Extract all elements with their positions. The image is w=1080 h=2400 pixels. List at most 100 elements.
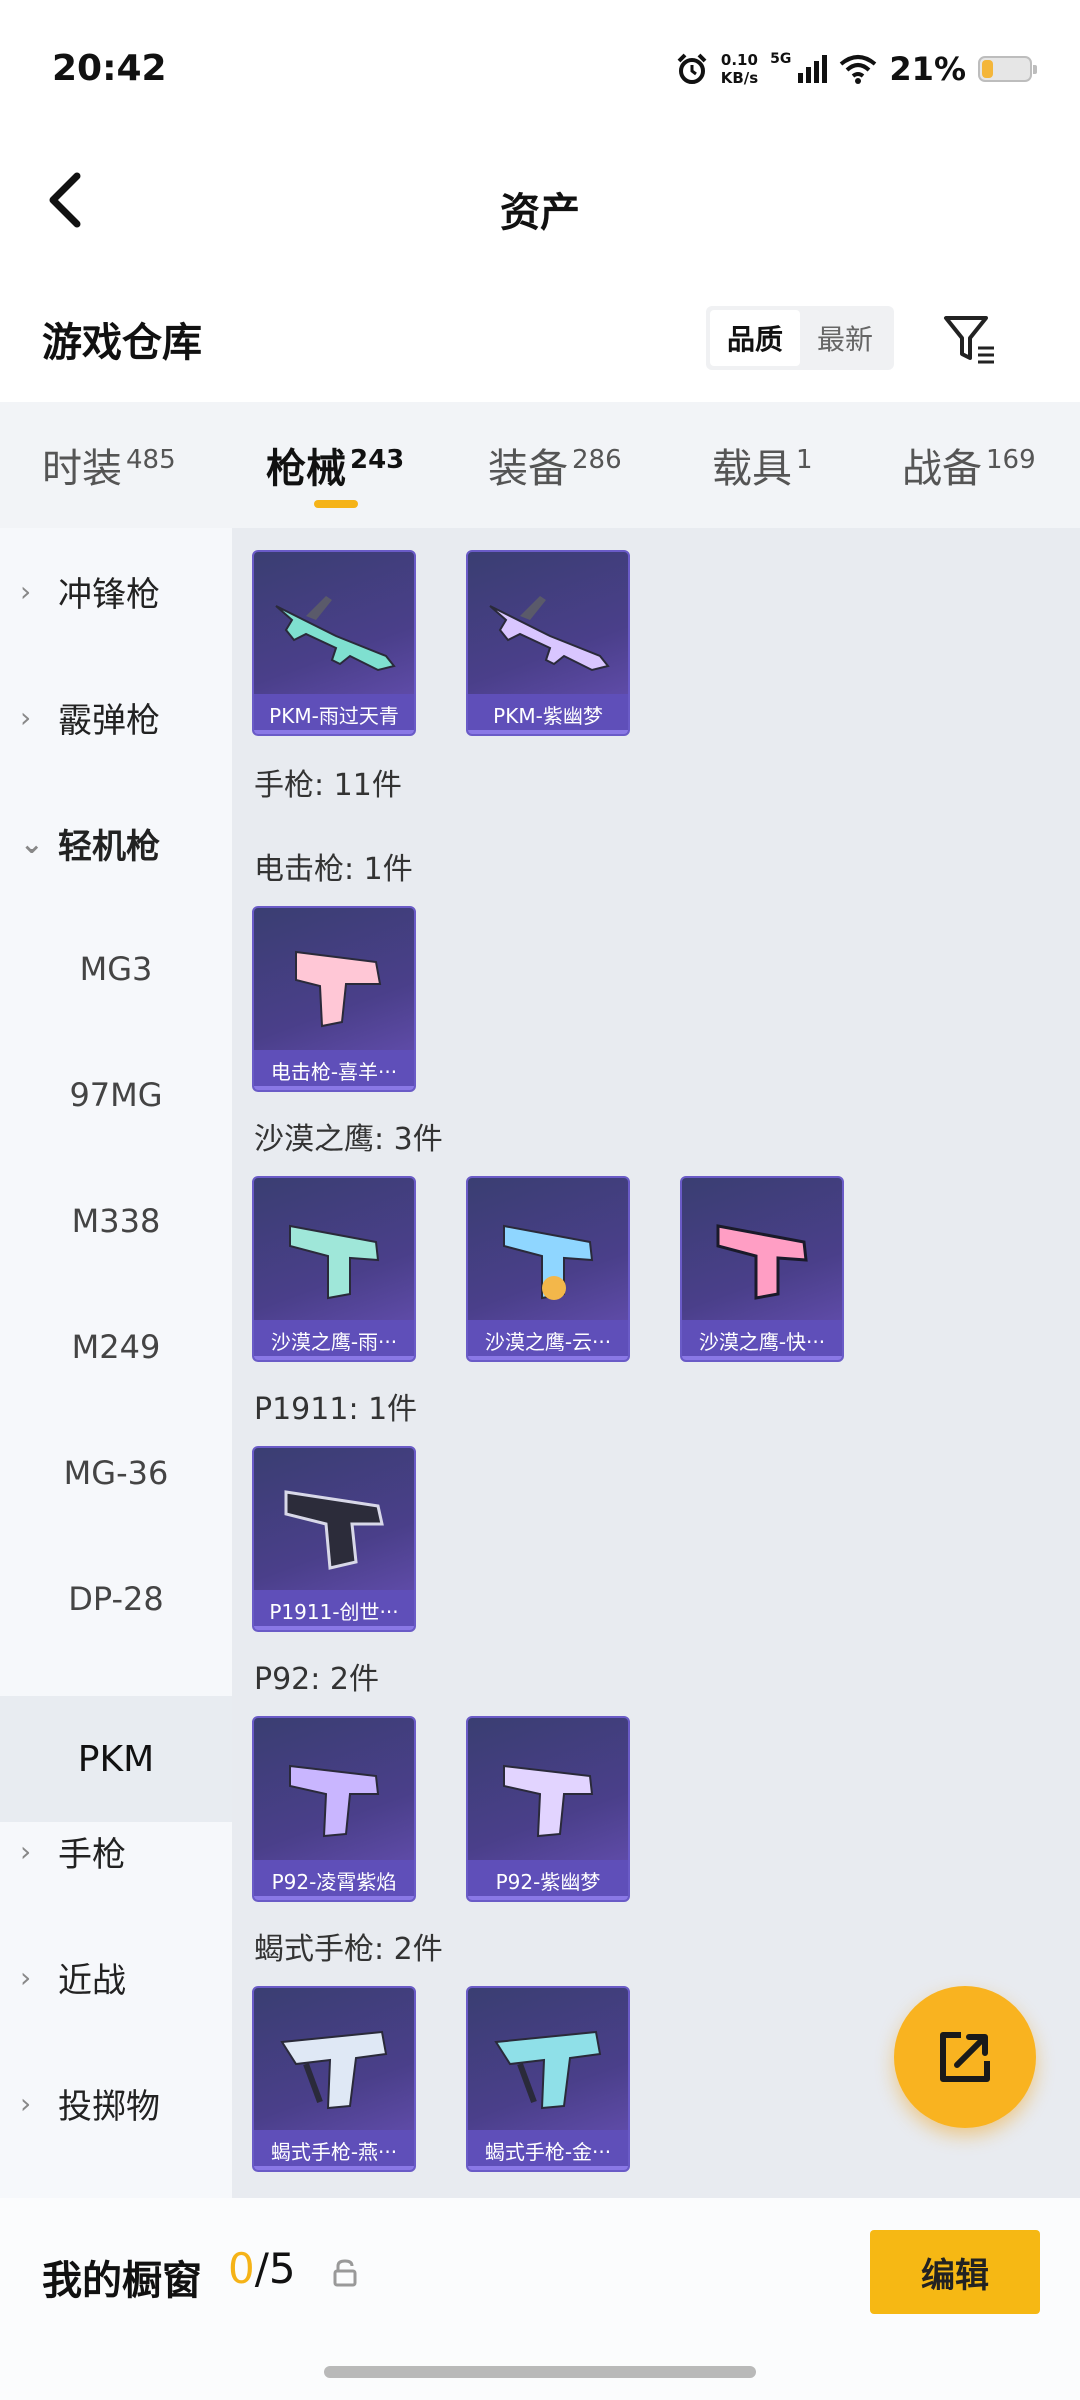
tab-supplies[interactable]: 战备 169: [902, 436, 1036, 494]
sidebar-item-97mg[interactable]: 97MG: [0, 1032, 232, 1158]
sidebar-item-label: 霰弹枪: [58, 700, 160, 741]
tab-fashion-label: 时装: [42, 446, 122, 492]
chevron-down-icon: ⌄: [20, 826, 44, 860]
group-title-stun-gun: 电击枪: 1件: [254, 852, 413, 887]
pistol-icon: [284, 1490, 384, 1570]
weapon-card[interactable]: P92-凌霄紫焰: [252, 1716, 416, 1902]
tab-supplies-count: 169: [986, 445, 1036, 475]
group-title-p1911: P1911: 1件: [254, 1392, 418, 1427]
weapon-card[interactable]: PKM-紫幽梦: [466, 550, 630, 736]
showcase-title: 我的橱窗: [42, 2258, 202, 2304]
share-button[interactable]: [894, 1986, 1036, 2128]
pistol-icon: [289, 1764, 380, 1838]
weapon-card-label: P92-紫幽梦: [468, 1860, 628, 1900]
chevron-right-icon: ›: [20, 574, 32, 608]
tab-equipment-label: 装备: [488, 446, 568, 492]
net-speed-value: 0.10: [720, 51, 758, 69]
wifi-icon: [840, 55, 877, 84]
active-tab-indicator: [314, 500, 358, 508]
showcase-total: /5: [254, 2244, 296, 2293]
status-time: 20:42: [52, 48, 167, 89]
tab-fashion[interactable]: 时装 485: [42, 436, 176, 494]
sidebar-item-label: 手枪: [58, 1834, 126, 1875]
alarm-icon: [677, 53, 707, 84]
weapon-grid: PKM-雨过天青 PKM-紫幽梦 手枪: 11件 电击枪: 1件 电击枪-喜羊·…: [232, 528, 1080, 2198]
weapon-category-sidebar: › 冲锋枪 › 霰弹枪 ⌄ 轻机枪 MG3 97MG M338 M249 MG-36 …: [0, 528, 232, 2198]
showcase-current: 0: [228, 2244, 255, 2293]
sidebar-item-m338[interactable]: M338: [0, 1158, 232, 1284]
weapon-card-label: 沙漠之鹰-雨···: [254, 1320, 414, 1360]
sidebar-item-mg36[interactable]: MG-36: [0, 1410, 232, 1536]
weapon-card[interactable]: 电击枪-喜羊···: [252, 906, 416, 1092]
machine-gun-icon: [275, 596, 396, 672]
pistol-icon: [503, 1764, 594, 1838]
sidebar-item-label: 近战: [58, 1960, 126, 2001]
weapon-card-label: 沙漠之鹰-云···: [468, 1320, 628, 1360]
battery-icon: [978, 56, 1037, 82]
home-indicator[interactable]: [324, 2366, 756, 2378]
smg-pistol-icon: [280, 2030, 388, 2110]
pistol-icon: [289, 1224, 380, 1300]
sidebar-item-shotgun[interactable]: › 霰弹枪: [0, 654, 232, 780]
weapon-card[interactable]: P1911-创世···: [252, 1446, 416, 1632]
net-speed-unit: KB/s: [720, 69, 759, 87]
sidebar-item-melee[interactable]: › 近战: [0, 1914, 232, 2040]
status-bar: 20:42 0.10 KB/s 5G 21%: [0, 0, 1080, 140]
page-title: 资产: [500, 190, 580, 236]
tab-firearms-label: 枪械: [266, 446, 346, 492]
group-title-scorpion: 蝎式手枪: 2件: [254, 1932, 443, 1967]
weapon-card[interactable]: 沙漠之鹰-雨···: [252, 1176, 416, 1362]
app-header: 资产: [0, 140, 1080, 260]
sidebar-item-lmg[interactable]: ⌄ 轻机枪: [0, 780, 232, 906]
group-title-desert-eagle: 沙漠之鹰: 3件: [254, 1122, 443, 1157]
edit-button[interactable]: 编辑: [870, 2230, 1040, 2314]
pistol-icon: [716, 1224, 808, 1300]
tab-fashion-count: 485: [126, 445, 176, 475]
weapon-card-label: PKM-雨过天青: [254, 694, 414, 734]
sort-toggle: 品质 最新: [706, 306, 894, 370]
weapon-card-label: 电击枪-喜羊···: [254, 1050, 414, 1090]
sidebar-item-mg3[interactable]: MG3: [0, 906, 232, 1032]
signal-icon: [798, 55, 828, 83]
tab-vehicles[interactable]: 载具 1: [712, 436, 813, 494]
status-icons: 0.10 KB/s 5G 21%: [675, 44, 1037, 94]
sidebar-item-pistol[interactable]: › 手枪: [0, 1788, 232, 1914]
weapon-card-label: 蝎式手枪-燕···: [254, 2130, 414, 2170]
sort-quality-button[interactable]: 品质: [710, 310, 800, 366]
battery-percent: 21%: [889, 50, 966, 88]
battery-level: [982, 60, 993, 78]
weapon-card[interactable]: 蝎式手枪-燕···: [252, 1986, 416, 2172]
category-tabs: 时装 485 枪械 243 装备 286 载具 1 战备 169: [0, 402, 1080, 528]
weapon-card[interactable]: P92-紫幽梦: [466, 1716, 630, 1902]
group-title-p92: P92: 2件: [254, 1662, 379, 1697]
tab-supplies-label: 战备: [902, 446, 982, 492]
tab-equipment-count: 286: [572, 445, 622, 475]
weapon-card[interactable]: 沙漠之鹰-快···: [680, 1176, 844, 1362]
sidebar-item-label: 投掷物: [58, 2086, 160, 2127]
chevron-right-icon: ›: [20, 700, 32, 734]
weapon-card-label: PKM-紫幽梦: [468, 694, 628, 734]
sidebar-item-throwable[interactable]: › 投掷物: [0, 2040, 232, 2166]
chevron-right-icon: ›: [20, 1960, 32, 1994]
sidebar-item-smg[interactable]: › 冲锋枪: [0, 528, 232, 654]
tab-vehicles-count: 1: [796, 445, 813, 475]
chevron-right-icon: ›: [20, 2086, 32, 2120]
tab-firearms[interactable]: 枪械 243: [266, 436, 404, 494]
share-icon: [940, 2032, 990, 2082]
weapon-card[interactable]: PKM-雨过天青: [252, 550, 416, 736]
warehouse-bar: 游戏仓库 品质 最新: [0, 260, 1080, 402]
sort-latest-button[interactable]: 最新: [800, 310, 890, 366]
sidebar-item-m249[interactable]: M249: [0, 1284, 232, 1410]
sidebar-item-dp28[interactable]: DP-28: [0, 1536, 232, 1662]
filter-icon[interactable]: [940, 310, 1000, 370]
tab-vehicles-label: 载具: [712, 446, 792, 492]
pistol-icon: [503, 1224, 594, 1300]
showcase-bar: 我的橱窗 0/5 编辑: [0, 2198, 1080, 2400]
tab-firearms-count: 243: [350, 445, 405, 475]
weapon-card[interactable]: 沙漠之鹰-云···: [466, 1176, 630, 1362]
weapon-card-label: 沙漠之鹰-快···: [682, 1320, 842, 1360]
weapon-card[interactable]: 蝎式手枪-金···: [466, 1986, 630, 2172]
group-title-pistol: 手枪: 11件: [254, 768, 402, 803]
tab-equipment[interactable]: 装备 286: [488, 436, 622, 494]
sidebar-item-label: 冲锋枪: [58, 574, 160, 615]
